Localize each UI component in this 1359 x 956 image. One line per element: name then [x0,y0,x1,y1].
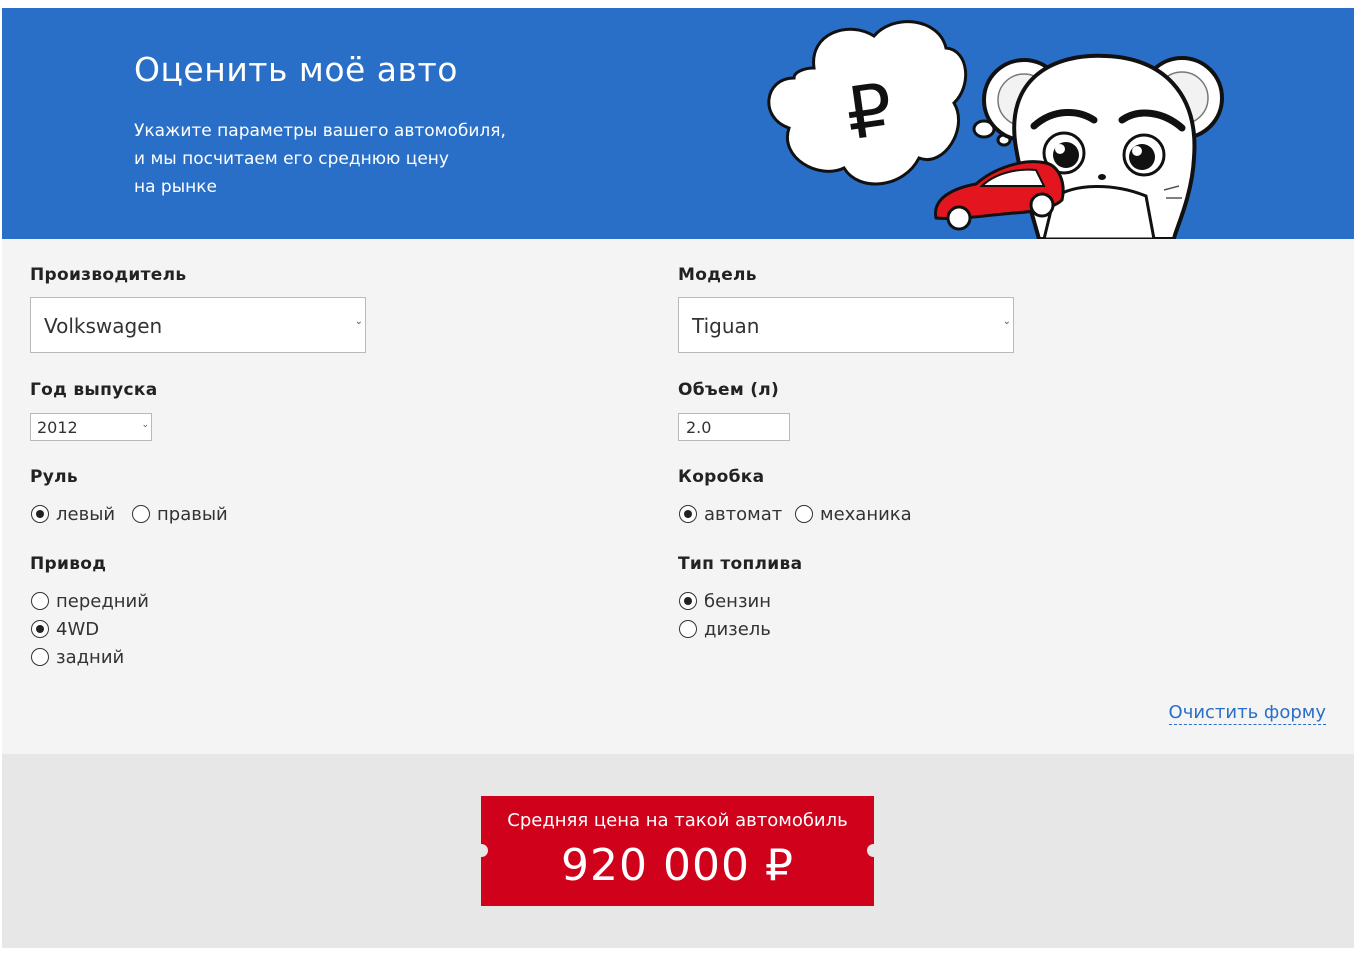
subtitle-line: Укажите параметры вашего автомобиля, [134,121,506,141]
radio-label: автомат [704,503,783,525]
radio-label: левый [56,503,116,525]
price-value: 920 000 ₽ [561,840,794,891]
radio-unchecked-icon [679,620,697,638]
radio-unchecked-icon [795,505,813,523]
drive-front-radio[interactable]: передний [31,589,149,613]
clear-form-link[interactable]: Очистить форму [1168,702,1326,725]
page-title: Оценить моё авто [134,50,458,89]
gearbox-manual-radio[interactable]: механика [795,502,912,526]
fuel-label: Тип топлива [678,554,803,574]
page-subtitle: Укажите параметры вашего автомобиля, и м… [134,117,554,201]
steering-label: Руль [30,467,78,487]
model-value: Tiguan [692,314,760,338]
steering-left-radio[interactable]: левый [31,502,115,526]
gearbox-auto-radio[interactable]: автомат [679,502,782,526]
fuel-petrol-radio[interactable]: бензин [679,589,771,613]
chevron-down-icon: ⌄ [354,316,363,327]
radio-checked-icon [31,620,49,638]
drive-label: Привод [30,554,107,574]
gearbox-label: Коробка [678,467,765,487]
volume-label: Объем (л) [678,380,780,400]
year-label: Год выпуска [30,380,158,400]
radio-checked-icon [31,505,49,523]
radio-label: бензин [704,590,771,612]
model-select[interactable]: Tiguan ⌄ [678,297,1014,353]
radio-unchecked-icon [132,505,150,523]
radio-unchecked-icon [31,592,49,610]
radio-label: дизель [704,618,771,640]
chevron-down-icon: ⌄ [141,420,149,430]
app-frame: Оценить моё авто Укажите параметры вашег… [2,8,1354,948]
model-label: Модель [678,265,757,285]
radio-unchecked-icon [31,648,49,666]
radio-checked-icon [679,592,697,610]
drive-rear-radio[interactable]: задний [31,645,124,669]
subtitle-line: на рынке [134,177,217,197]
year-select[interactable]: 2012 ⌄ [30,413,152,441]
volume-input[interactable] [678,413,790,441]
manufacturer-label: Производитель [30,265,187,285]
radio-label: передний [56,590,149,612]
chevron-down-icon: ⌄ [1002,316,1011,327]
mascot-illustration: ₽ [767,20,1224,239]
fuel-diesel-radio[interactable]: дизель [679,617,771,641]
price-label: Средняя цена на такой автомобиль [507,810,848,831]
manufacturer-value: Volkswagen [44,314,163,338]
radio-label: задний [56,646,125,668]
car-params-form: Производитель Volkswagen ⌄ Год выпуска 2… [2,239,1354,754]
price-ticket: Средняя цена на такой автомобиль 920 000… [475,796,880,906]
manufacturer-select[interactable]: Volkswagen ⌄ [30,297,366,353]
result-section: Средняя цена на такой автомобиль 920 000… [2,754,1354,948]
radio-checked-icon [679,505,697,523]
year-value: 2012 [37,418,78,437]
drive-4wd-radio[interactable]: 4WD [31,617,99,641]
steering-right-radio[interactable]: правый [132,502,228,526]
radio-label: правый [157,503,228,525]
header-banner: Оценить моё авто Укажите параметры вашег… [2,8,1354,239]
radio-label: механика [820,503,912,525]
radio-label: 4WD [56,618,100,640]
subtitle-line: и мы посчитаем его среднюю цену [134,149,449,169]
